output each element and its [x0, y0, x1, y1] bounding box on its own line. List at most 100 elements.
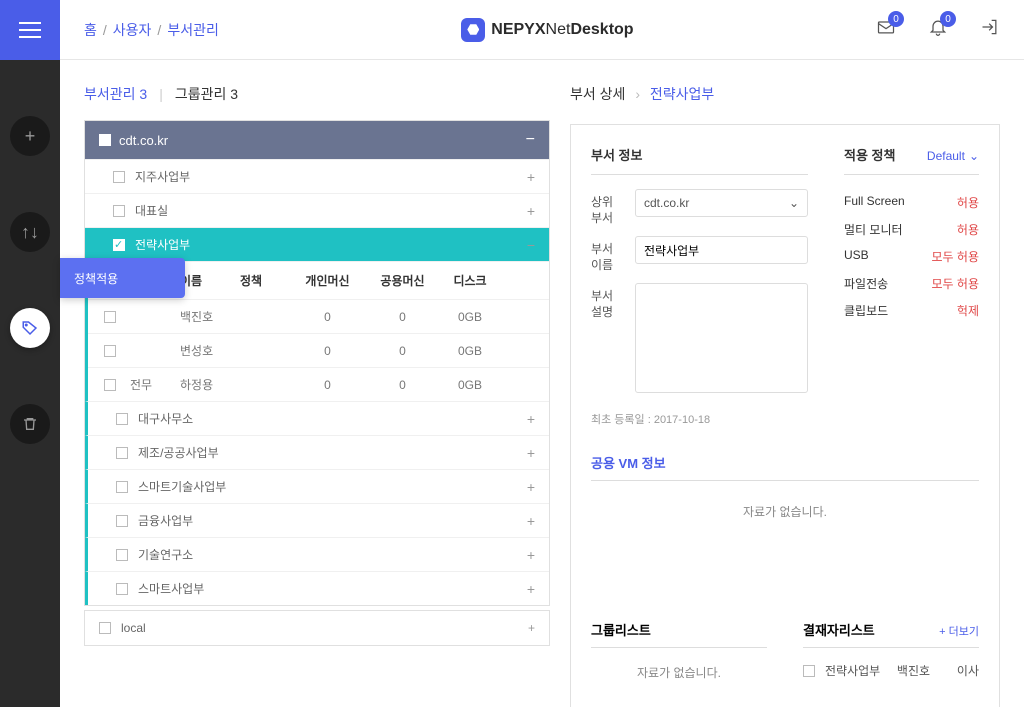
- approver-list: 결재자리스트 + 더보기 전략사업부 백진호 이사: [803, 620, 979, 687]
- logo: NEPYXNetDesktop: [219, 18, 876, 42]
- checkbox[interactable]: [116, 515, 128, 527]
- table-row[interactable]: 백진호 0 0 0GB: [88, 299, 549, 333]
- reg-date: 최초 등록일 : 2017-10-18: [591, 411, 808, 427]
- chevron-down-icon: ⌄: [969, 149, 979, 163]
- trash-icon: [22, 416, 38, 432]
- dept-item[interactable]: 대구사무소 +: [85, 401, 549, 435]
- dept-item[interactable]: 제조/공공사업부 +: [85, 435, 549, 469]
- checkbox[interactable]: [99, 134, 111, 146]
- tree-root-row[interactable]: cdt.co.kr −: [85, 121, 549, 159]
- checkbox[interactable]: [803, 665, 815, 677]
- tab-group[interactable]: 그룹관리 3: [175, 84, 238, 104]
- policy-apply-button[interactable]: [10, 308, 50, 348]
- expand-icon[interactable]: +: [528, 621, 535, 635]
- dept-item[interactable]: 지주사업부 +: [85, 159, 549, 193]
- sort-button[interactable]: ↑↓: [10, 212, 50, 252]
- checkbox[interactable]: [116, 481, 128, 493]
- chevron-down-icon: ⌄: [789, 196, 799, 210]
- hamburger-icon: [19, 22, 41, 38]
- expand-icon[interactable]: +: [527, 445, 535, 461]
- checkbox[interactable]: [113, 239, 125, 251]
- checkbox[interactable]: [99, 622, 111, 634]
- tab-dept[interactable]: 부서관리 3: [84, 84, 147, 104]
- policy-row: 클립보드헉제: [844, 297, 979, 324]
- checkbox[interactable]: [116, 413, 128, 425]
- dept-label: 기술연구소: [138, 546, 193, 563]
- table-row[interactable]: 전무 하정용 0 0 0GB: [88, 367, 549, 401]
- dept-tree: cdt.co.kr − 지주사업부 + 대표실 + 전략사업부 −: [84, 120, 550, 606]
- expand-icon[interactable]: +: [527, 411, 535, 427]
- checkbox[interactable]: [116, 549, 128, 561]
- policy-default-select[interactable]: Default ⌄: [927, 149, 979, 163]
- collapse-icon[interactable]: −: [526, 131, 535, 149]
- tree-root-label: cdt.co.kr: [119, 133, 168, 148]
- dept-label: 스마트기술사업부: [138, 478, 226, 495]
- more-link[interactable]: + 더보기: [939, 623, 979, 639]
- checkbox[interactable]: [113, 171, 125, 183]
- dept-desc-textarea[interactable]: [635, 283, 808, 393]
- dept-label: 제조/공공사업부: [138, 444, 219, 461]
- panel-tabs: 부서관리 3 | 그룹관리 3: [84, 84, 550, 104]
- header: 홈 / 사용자 / 부서관리 NEPYXNetDesktop 0 0: [60, 0, 1024, 60]
- dept-item[interactable]: 기술연구소 +: [85, 537, 549, 571]
- logout-icon: [980, 17, 1000, 37]
- breadcrumb-users[interactable]: 사용자: [113, 20, 152, 40]
- dept-item-local[interactable]: local +: [84, 610, 550, 646]
- notifications-button[interactable]: 0: [928, 17, 948, 42]
- dept-label: 지주사업부: [135, 168, 190, 185]
- checkbox[interactable]: [116, 447, 128, 459]
- dept-item[interactable]: 금융사업부 +: [85, 503, 549, 537]
- breadcrumb: 홈 / 사용자 / 부서관리: [84, 20, 219, 40]
- approver-list-title: 결재자리스트: [803, 620, 875, 639]
- breadcrumb-home[interactable]: 홈: [84, 20, 97, 40]
- policy-column: 적용 정책 Default ⌄ Full Screen허용 멀티 모니터허용 U…: [844, 145, 979, 427]
- checkbox[interactable]: [104, 379, 116, 391]
- add-button[interactable]: +: [10, 116, 50, 156]
- approver-row[interactable]: 전략사업부 백진호 이사: [803, 658, 979, 683]
- policy-row: 멀티 모니터허용: [844, 216, 979, 243]
- policy-row: 파일전송모두 허용: [844, 270, 979, 297]
- delete-button[interactable]: [10, 404, 50, 444]
- vm-section-title: 공용 VM 정보: [591, 453, 979, 481]
- expand-icon[interactable]: +: [527, 513, 535, 529]
- left-panel: 부서관리 3 | 그룹관리 3 cdt.co.kr − 지주사업부 +: [60, 60, 550, 707]
- hamburger-menu[interactable]: [0, 0, 60, 60]
- dept-label: 대표실: [135, 202, 168, 219]
- checkbox[interactable]: [116, 583, 128, 595]
- logout-button[interactable]: [980, 17, 1000, 42]
- mail-button[interactable]: 0: [876, 17, 896, 42]
- logo-icon: [461, 18, 485, 42]
- policy-row: USB모두 허용: [844, 243, 979, 270]
- dept-info-column: 부서 정보 상위 부서 cdt.co.kr ⌄ 부서 이름: [591, 145, 808, 427]
- checkbox[interactable]: [113, 205, 125, 217]
- checkbox[interactable]: [104, 311, 116, 323]
- group-list: 그룹리스트 자료가 없습니다.: [591, 620, 767, 687]
- dept-item-active[interactable]: 전략사업부 −: [85, 227, 549, 261]
- expand-icon[interactable]: +: [527, 169, 535, 185]
- section-title: 적용 정책 Default ⌄: [844, 145, 979, 175]
- expand-icon[interactable]: +: [527, 479, 535, 495]
- dept-item[interactable]: 대표실 +: [85, 193, 549, 227]
- parent-dept-select[interactable]: cdt.co.kr ⌄: [635, 189, 808, 217]
- expand-icon[interactable]: +: [527, 203, 535, 219]
- dept-label: local: [121, 621, 146, 635]
- dept-label: 전략사업부: [135, 236, 190, 253]
- detail-box: 부서 정보 상위 부서 cdt.co.kr ⌄ 부서 이름: [570, 124, 1000, 707]
- expand-icon[interactable]: +: [527, 581, 535, 597]
- group-empty: 자료가 없습니다.: [591, 658, 767, 687]
- expand-icon[interactable]: +: [527, 547, 535, 563]
- checkbox[interactable]: [104, 345, 116, 357]
- left-rail: + ↑↓: [0, 0, 60, 707]
- right-panel: 부서 상세 › 전략사업부 부서 정보 상위 부서 cdt.co.kr ⌄: [550, 60, 1024, 707]
- dept-item[interactable]: 스마트사업부 +: [85, 571, 549, 605]
- detail-breadcrumb: 부서 상세 › 전략사업부: [570, 84, 1000, 104]
- table-row[interactable]: 변성호 0 0 0GB: [88, 333, 549, 367]
- vm-empty: 자료가 없습니다.: [591, 495, 979, 610]
- section-title: 부서 정보: [591, 145, 808, 175]
- dept-name-input[interactable]: [635, 236, 808, 264]
- collapse-icon[interactable]: −: [527, 237, 535, 253]
- dept-item[interactable]: 스마트기술사업부 +: [85, 469, 549, 503]
- dept-desc-label: 부서 설명: [591, 283, 625, 320]
- breadcrumb-dept[interactable]: 부서관리: [167, 20, 219, 40]
- mail-badge: 0: [888, 11, 904, 27]
